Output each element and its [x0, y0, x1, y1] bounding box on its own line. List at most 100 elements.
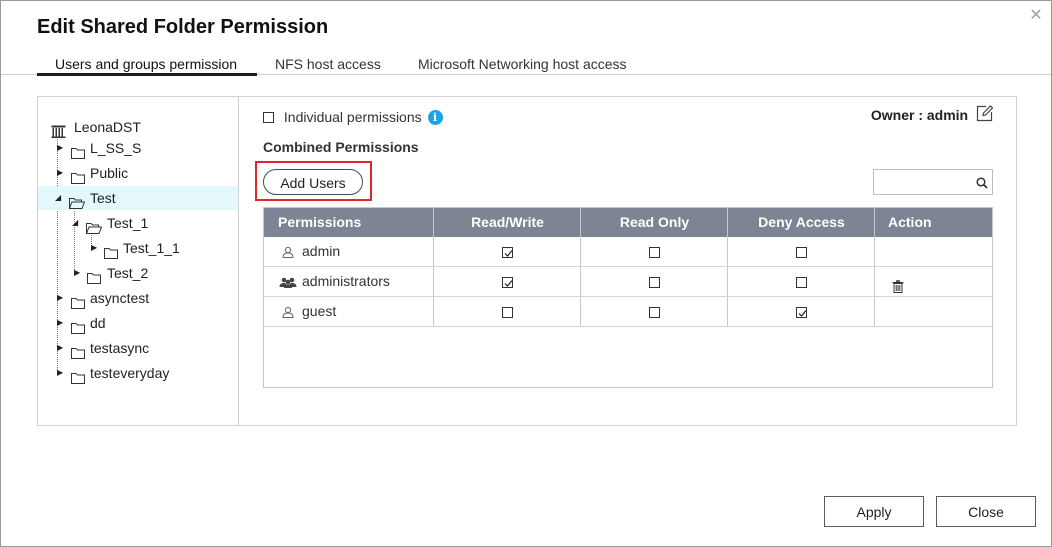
group-name: administrators	[302, 273, 390, 289]
folder-icon	[104, 242, 118, 259]
apply-button[interactable]: Apply	[824, 496, 924, 527]
column-header-permissions: Permissions	[278, 214, 362, 230]
individual-permissions-checkbox[interactable]	[263, 111, 274, 123]
search-icon[interactable]	[976, 176, 988, 194]
read-only-cell	[581, 267, 728, 296]
table-header: Permissions Read/Write Read Only Deny Ac…	[264, 208, 992, 237]
tree-item-label: Test_1_1	[123, 240, 180, 256]
folder-icon	[87, 267, 101, 284]
read-write-cell	[434, 237, 581, 266]
search-box	[873, 169, 993, 195]
column-header-deny-access: Deny Access	[758, 214, 845, 230]
read-write-checkbox[interactable]	[502, 306, 513, 318]
chevron-right-icon[interactable]: ▶	[57, 136, 65, 160]
column-header-read-only: Read Only	[619, 214, 690, 230]
read-only-checkbox[interactable]	[649, 306, 660, 318]
folder-icon	[71, 367, 85, 384]
table-row[interactable]: guest	[264, 297, 992, 327]
edit-shared-folder-permission-dialog: Edit Shared Folder Permission ✕ Users an…	[0, 0, 1052, 547]
chevron-right-icon[interactable]: ▶	[74, 261, 82, 285]
tree-item-label: L_SS_S	[90, 140, 142, 156]
tree-item-test-1-1[interactable]: ▶ Test_1_1	[38, 236, 238, 260]
tree-item-dd[interactable]: ▶ dd	[38, 311, 238, 335]
edit-icon[interactable]	[976, 105, 994, 125]
folder-open-icon	[85, 217, 103, 234]
add-users-button[interactable]: Add Users	[263, 169, 363, 195]
combined-permissions-title: Combined Permissions	[263, 139, 419, 155]
read-only-cell	[581, 237, 728, 266]
tree-item-testeveryday[interactable]: ▶ testeveryday	[38, 361, 238, 385]
info-icon[interactable]: i	[427, 109, 443, 125]
tree-item-test-2[interactable]: ▶ Test_2	[38, 261, 238, 285]
read-only-checkbox[interactable]	[649, 246, 660, 258]
action-cell	[875, 267, 992, 296]
permission-panel: LeonaDST ▶ L_SS_S ▶ Public ◢ Test ◢ Test…	[37, 96, 1017, 426]
read-only-cell	[581, 297, 728, 326]
permissions-table: Permissions Read/Write Read Only Deny Ac…	[263, 207, 993, 388]
tree-item-testasync[interactable]: ▶ testasync	[38, 336, 238, 360]
active-tab-indicator	[37, 73, 257, 76]
chevron-down-icon[interactable]: ◢	[55, 186, 63, 210]
read-only-checkbox[interactable]	[649, 276, 660, 288]
close-icon[interactable]: ✕	[1027, 7, 1045, 25]
deny-access-checkbox[interactable]	[796, 246, 807, 258]
read-write-cell	[434, 297, 581, 326]
deny-access-checkbox[interactable]	[796, 276, 807, 288]
table-row[interactable]: admin	[264, 237, 992, 267]
chevron-right-icon[interactable]: ▶	[57, 336, 65, 360]
read-write-checkbox[interactable]	[502, 276, 513, 288]
tree-item-l-ss-s[interactable]: ▶ L_SS_S	[38, 136, 238, 160]
tree-item-label: dd	[90, 315, 106, 331]
individual-permissions-label: Individual permissions	[283, 109, 422, 126]
folder-icon	[71, 317, 85, 334]
read-write-cell	[434, 267, 581, 296]
tab-nfs-host-access[interactable]: NFS host access	[275, 56, 381, 72]
owner-value: admin	[926, 107, 969, 123]
user-name: admin	[302, 243, 341, 259]
dialog-title: Edit Shared Folder Permission	[37, 16, 329, 38]
tab-microsoft-networking-host-access[interactable]: Microsoft Networking host access	[418, 56, 627, 72]
deny-access-cell	[728, 297, 875, 326]
user-icon	[282, 245, 294, 263]
deny-access-cell	[728, 237, 875, 266]
tab-bar: Users and groups permission NFS host acc…	[1, 53, 1051, 76]
read-write-checkbox[interactable]	[502, 246, 513, 258]
tree-item-test[interactable]: ◢ Test	[38, 186, 238, 210]
close-button[interactable]: Close	[936, 496, 1036, 527]
column-header-read-write: Read/Write	[471, 214, 544, 230]
column-header-action: Action	[888, 214, 932, 230]
individual-permissions: Individual permissions i	[263, 107, 443, 126]
chevron-right-icon[interactable]: ▶	[57, 161, 65, 185]
folder-icon	[71, 167, 85, 184]
owner-label: Owner :	[870, 107, 923, 123]
group-icon	[279, 275, 297, 293]
chevron-down-icon[interactable]: ◢	[72, 211, 80, 235]
search-input[interactable]	[876, 172, 972, 192]
tree-item-asynctest[interactable]: ▶ asynctest	[38, 286, 238, 310]
chevron-right-icon[interactable]: ▶	[57, 361, 65, 385]
user-name: guest	[302, 303, 337, 319]
folder-open-icon	[68, 192, 86, 209]
folder-icon	[71, 292, 85, 309]
deny-access-cell	[728, 267, 875, 296]
owner-display: Owner : admin	[870, 105, 994, 125]
folder-tree: LeonaDST ▶ L_SS_S ▶ Public ◢ Test ◢ Test…	[38, 97, 239, 425]
tree-item-test-1[interactable]: ◢ Test_1	[38, 211, 238, 235]
user-icon	[282, 305, 294, 323]
tree-item-label: Test_1	[107, 215, 149, 231]
table-row[interactable]: administrators	[264, 267, 992, 297]
tree-item-public[interactable]: ▶ Public	[38, 161, 238, 185]
deny-access-checkbox[interactable]	[796, 306, 807, 318]
tree-item-label: Test_2	[107, 265, 149, 281]
server-icon	[51, 121, 66, 138]
tree-item-label: asynctest	[90, 290, 150, 306]
tab-users-and-groups-permission[interactable]: Users and groups permission	[55, 56, 237, 72]
folder-icon	[71, 342, 85, 359]
chevron-right-icon[interactable]: ▶	[57, 286, 65, 310]
chevron-right-icon[interactable]: ▶	[57, 311, 65, 335]
tree-item-label: Public	[90, 165, 129, 181]
folder-icon	[71, 142, 85, 159]
tree-item-label: testasync	[90, 340, 150, 356]
tree-item-label: testeveryday	[90, 365, 170, 381]
chevron-right-icon[interactable]: ▶	[91, 236, 99, 260]
